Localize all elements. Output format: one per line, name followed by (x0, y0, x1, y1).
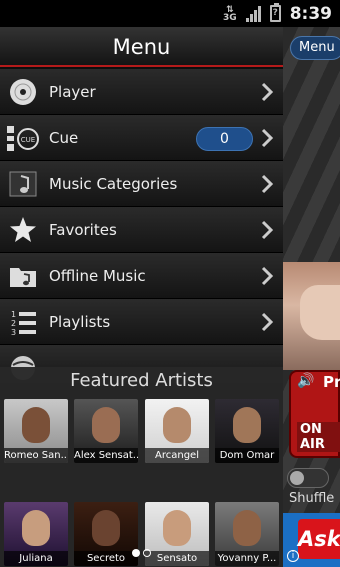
artist-name: Secreto (74, 551, 138, 566)
featured-title: Featured Artists (70, 370, 213, 391)
page-indicator[interactable] (132, 549, 151, 557)
menu-item-label: Player (49, 82, 96, 101)
artist-name: Sensato (145, 551, 209, 566)
page-dot-active[interactable] (132, 549, 140, 557)
chevron-right-icon (261, 312, 274, 331)
artist-tile-2[interactable]: Alex Sensat... (74, 399, 138, 463)
chevron-right-icon (261, 174, 274, 193)
signal-icon (245, 5, 261, 22)
menu-item-player[interactable]: Player (0, 69, 283, 115)
shuffle-label: Shuffle (289, 491, 335, 506)
menu-item-music-categories[interactable]: Music Categories (0, 161, 283, 207)
shuffle-toggle-knob[interactable] (290, 471, 304, 485)
artist-photo (163, 407, 191, 443)
speaker-icon: 🔊 (297, 373, 315, 389)
page-dot[interactable] (143, 549, 151, 557)
svg-text:1: 1 (11, 310, 16, 319)
artist-tile-5[interactable]: Juliana (4, 502, 68, 566)
menu-item-label: Music Categories (49, 174, 178, 193)
artist-tile-3[interactable]: Arcangel (145, 399, 209, 463)
chevron-right-icon (261, 82, 274, 101)
menu-item-label: Favorites (49, 220, 117, 239)
clock: 8:39 (289, 3, 332, 24)
ask-logo[interactable]: Ask (298, 519, 340, 559)
artist-photo (233, 510, 261, 546)
chevron-right-icon (261, 266, 274, 285)
battery-icon: ? (269, 3, 281, 22)
menu-item-playlists[interactable]: 123 Playlists (0, 299, 283, 345)
numbered-list-icon: 123 (4, 305, 42, 339)
artist-photo (233, 407, 261, 443)
artist-tile-6[interactable]: Secreto (74, 502, 138, 566)
disc-icon (4, 75, 42, 109)
artist-photo (163, 510, 191, 546)
network-indicator: ⇅ 3G (223, 4, 237, 23)
menu-list: Player CUE Cue 0 Music Categories Favori… (0, 69, 283, 391)
music-note-icon (4, 167, 42, 201)
menu-drawer: Menu Player CUE Cue 0 Music Categories F… (0, 27, 283, 567)
drawer-title: Menu (0, 27, 283, 67)
on-air-text: Pr (323, 373, 340, 391)
artist-name: Dom Omar (215, 448, 279, 463)
artist-photo (92, 510, 120, 546)
artist-name: Alex Sensat... (74, 448, 138, 463)
featured-artists-panel: Featured Artists Romeo San... Alex Sensa… (0, 367, 283, 567)
menu-item-label: Playlists (49, 312, 111, 331)
artist-name: Arcangel (145, 448, 209, 463)
folder-music-icon (4, 259, 42, 293)
artist-photo-detail (300, 285, 340, 340)
artist-photo (92, 407, 120, 443)
menu-item-offline-music[interactable]: Offline Music (0, 253, 283, 299)
svg-text:2: 2 (11, 319, 16, 328)
artist-tile-1[interactable]: Romeo San... (4, 399, 68, 463)
artist-name: Juliana (4, 551, 68, 566)
svg-text:3: 3 (11, 328, 16, 337)
artist-tile-8[interactable]: Yovanny P... (215, 502, 279, 566)
cue-count-badge: 0 (196, 127, 253, 151)
star-icon (4, 213, 42, 247)
artist-name: Yovanny P... (215, 551, 279, 566)
menu-item-cue[interactable]: CUE Cue 0 (0, 115, 283, 161)
on-air-label: ON AIR (297, 422, 340, 452)
artist-tile-4[interactable]: Dom Omar (215, 399, 279, 463)
menu-item-label: Offline Music (49, 266, 146, 285)
menu-item-favorites[interactable]: Favorites (0, 207, 283, 253)
svg-text:CUE: CUE (21, 136, 35, 144)
artist-photo (22, 407, 50, 443)
artist-name: Romeo San... (4, 448, 68, 463)
chevron-right-icon (261, 220, 274, 239)
cue-icon: CUE (4, 121, 42, 155)
artist-tile-7[interactable]: Sensato (145, 502, 209, 566)
status-bar: ⇅ 3G ? 8:39 (0, 0, 340, 27)
info-icon[interactable]: i (287, 550, 299, 562)
artist-photo (22, 510, 50, 546)
menu-button[interactable]: Menu (290, 36, 340, 60)
chevron-right-icon (261, 128, 274, 147)
